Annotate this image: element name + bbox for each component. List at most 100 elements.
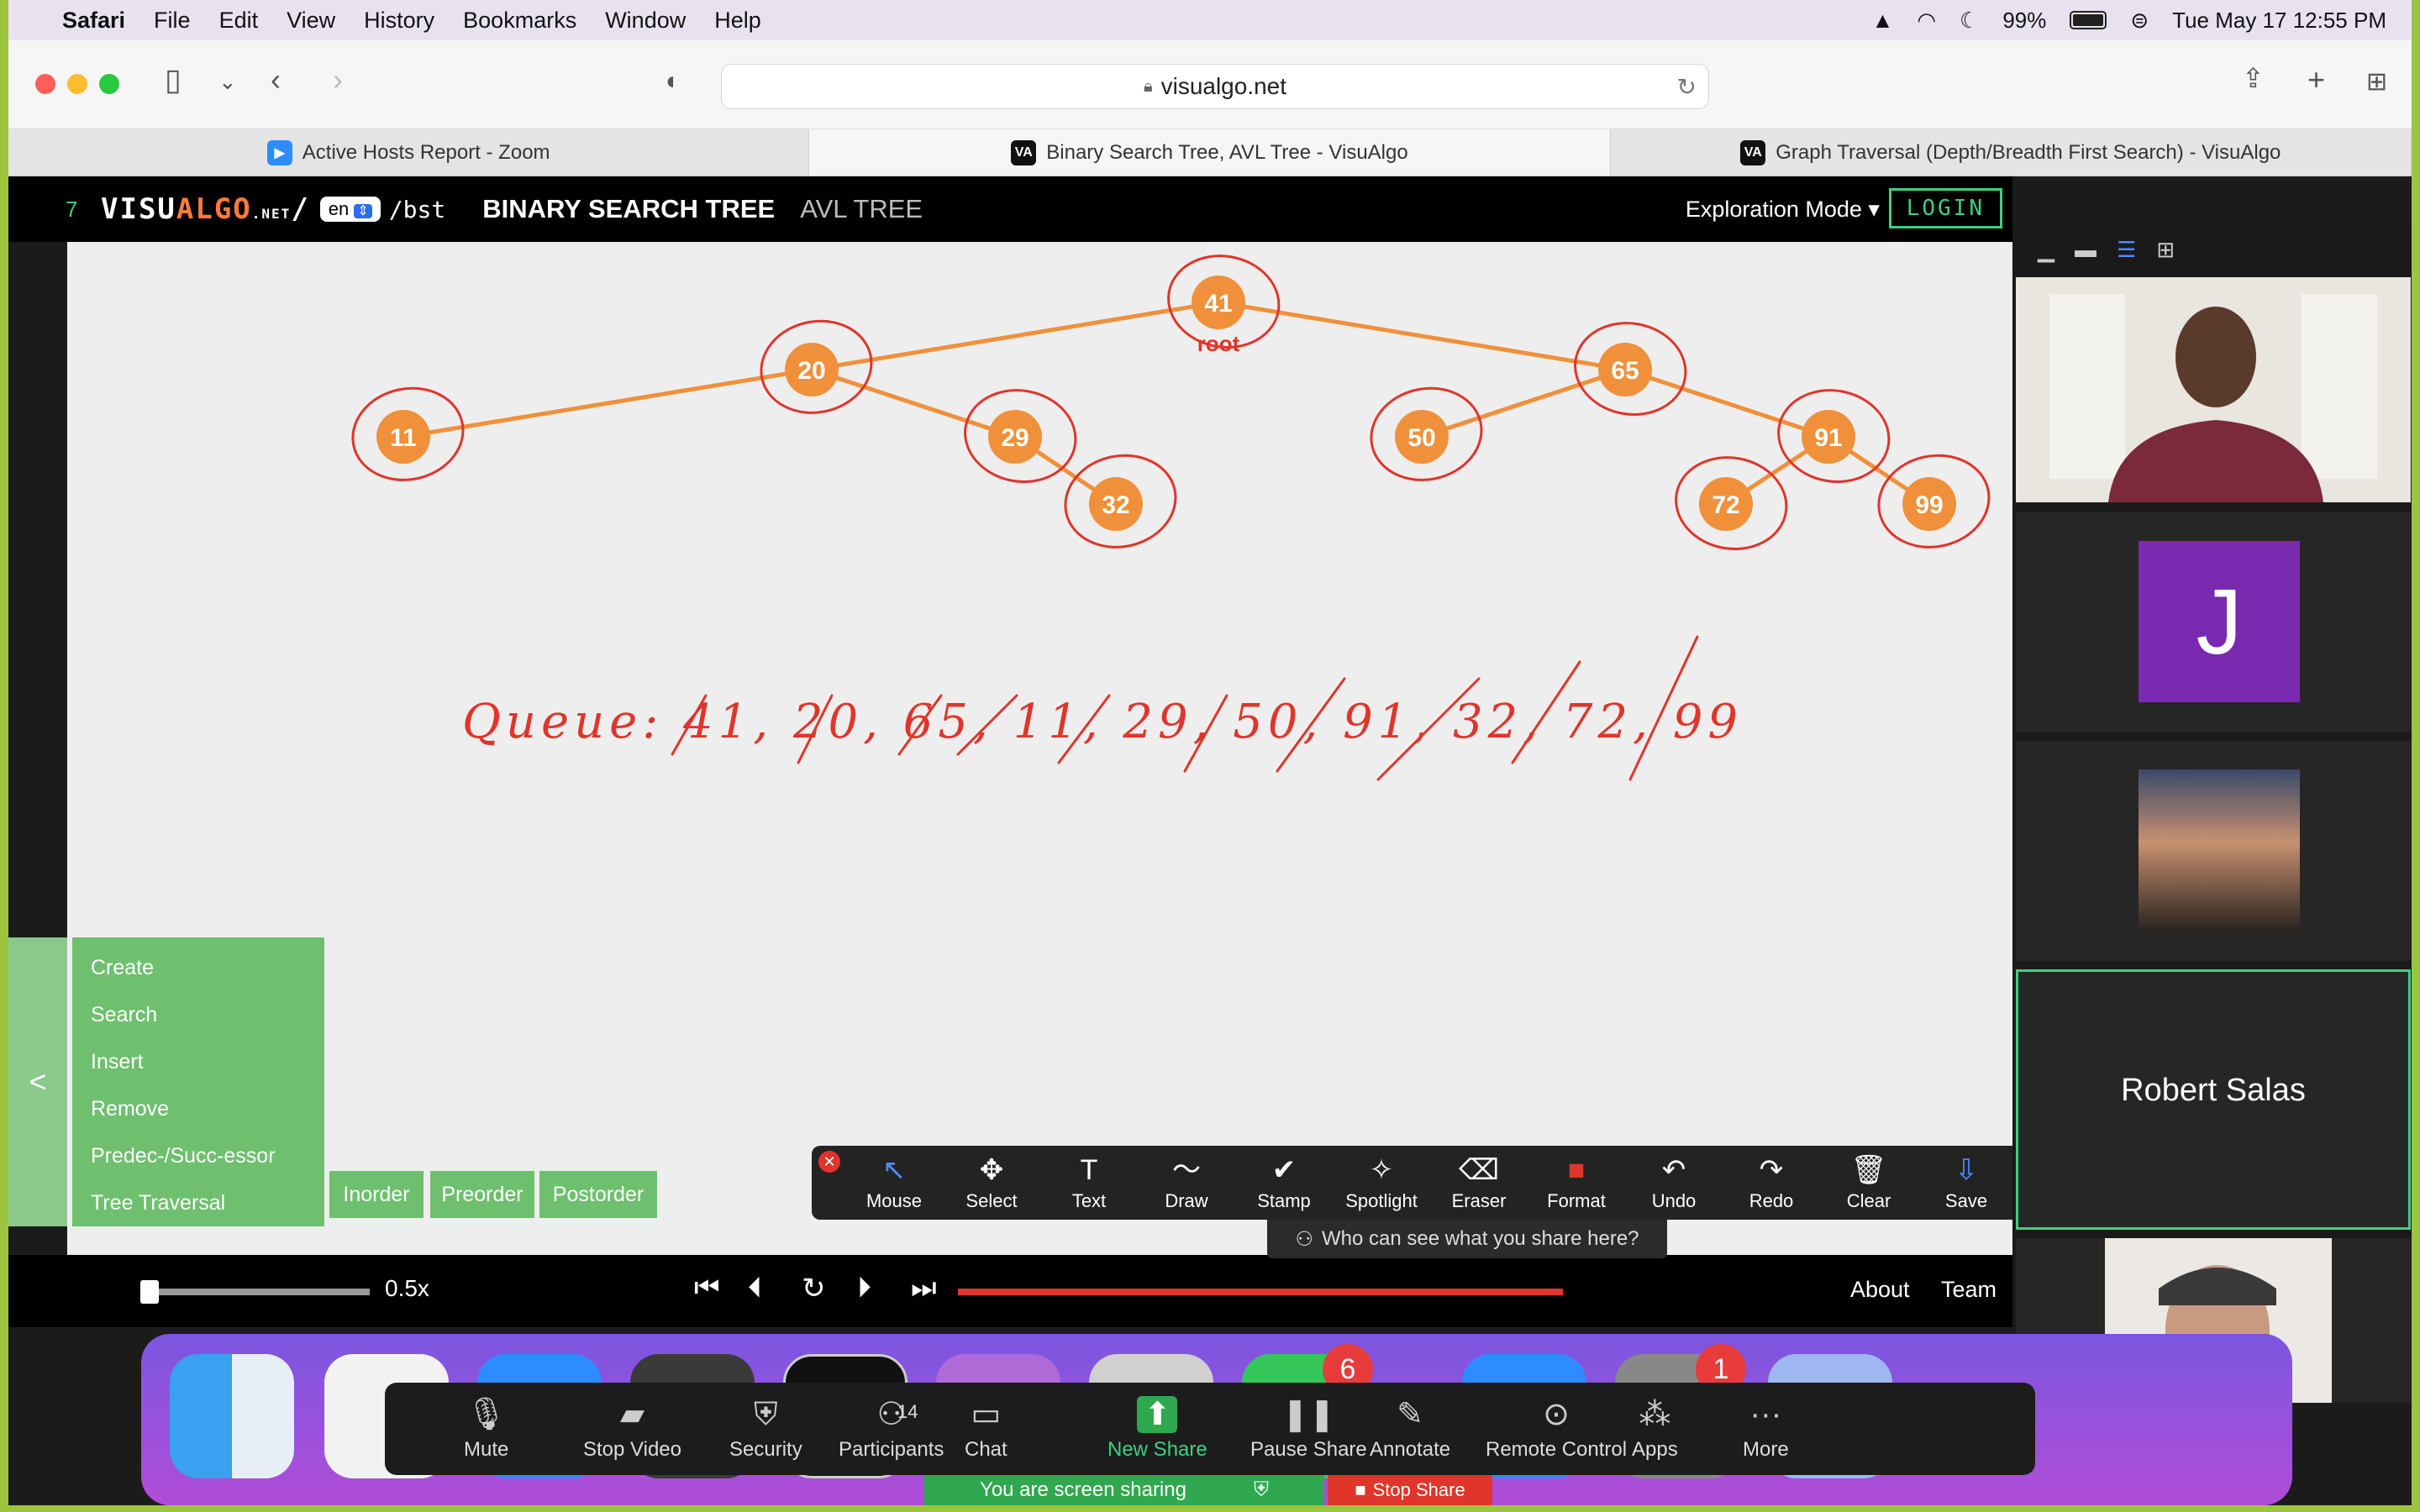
- annotate-stamp-button[interactable]: ✔ Stamp: [1235, 1153, 1333, 1212]
- meeting-security-button[interactable]: ⛨ Security: [729, 1396, 802, 1462]
- shield-icon[interactable]: ◐: [666, 67, 681, 96]
- menu-view[interactable]: View: [287, 8, 335, 34]
- who-can-see-banner[interactable]: ⚇ Who can see what you share here?: [1267, 1220, 1667, 1258]
- tree-node[interactable]: 50: [1395, 410, 1449, 464]
- inorder-button[interactable]: Inorder: [329, 1171, 424, 1218]
- progress-track[interactable]: [958, 1289, 1563, 1295]
- meeting-remote-control-button[interactable]: ⊙ Remote Control: [1486, 1396, 1627, 1462]
- address-bar[interactable]: 🔒︎ visualgo.net ↻: [721, 64, 1709, 109]
- visualization-canvas[interactable]: 41 20 65 11 29 50 91 32 72 99 root Queue: 41, 20,…: [67, 242, 2012, 1255]
- layout-grid-icon[interactable]: ⊞: [2156, 237, 2175, 263]
- moon-icon[interactable]: ☾: [1960, 8, 1979, 34]
- about-link[interactable]: About: [1850, 1277, 1910, 1303]
- layout-minimize-icon[interactable]: ▁: [2038, 237, 2054, 263]
- tree-node[interactable]: 41: [1192, 276, 1245, 329]
- speed-slider-track[interactable]: [141, 1289, 370, 1295]
- menu-search[interactable]: Search: [72, 991, 324, 1038]
- menu-history[interactable]: History: [364, 8, 434, 34]
- tab-bst[interactable]: VA Binary Search Tree, AVL Tree - VisuAl…: [809, 129, 1611, 176]
- tree-node[interactable]: 99: [1902, 477, 1956, 531]
- stop-share-button[interactable]: ■ Stop Share: [1328, 1475, 1492, 1505]
- postorder-button[interactable]: Postorder: [539, 1171, 657, 1218]
- meeting-annotate-button[interactable]: ✎ Annotate: [1370, 1396, 1450, 1462]
- video-tile-j[interactable]: J: [2016, 512, 2411, 732]
- annotate-redo-button[interactable]: ↷ Redo: [1723, 1153, 1820, 1212]
- collapse-menu-button[interactable]: <: [8, 937, 67, 1226]
- exploration-mode-dropdown[interactable]: Exploration Mode ▾: [1686, 197, 1880, 223]
- menu-insert[interactable]: Insert: [72, 1038, 324, 1085]
- tree-node[interactable]: 32: [1089, 477, 1143, 531]
- preorder-button[interactable]: Preorder: [430, 1171, 534, 1218]
- speed-slider-knob[interactable]: [140, 1280, 160, 1304]
- sidebar-icon[interactable]: ▯: [165, 62, 182, 97]
- title-avl[interactable]: AVL TREE: [800, 194, 923, 224]
- clock[interactable]: Tue May 17 12:55 PM: [2172, 8, 2386, 34]
- annotate-text-button[interactable]: T Text: [1040, 1153, 1138, 1212]
- skip-start-icon[interactable]: ⏮: [694, 1272, 720, 1305]
- menu-tree-traversal[interactable]: Tree Traversal: [72, 1179, 324, 1226]
- annotate-select-button[interactable]: ✥ Select: [943, 1153, 1040, 1212]
- menu-file[interactable]: File: [154, 8, 191, 34]
- annotate-clear-button[interactable]: 🗑︎ Clear: [1820, 1153, 1918, 1212]
- reload-icon[interactable]: ↻: [1677, 73, 1697, 101]
- menu-edit[interactable]: Edit: [219, 8, 259, 34]
- meeting-chat-button[interactable]: ▭ Chat: [965, 1396, 1007, 1462]
- meeting-stop-video-button[interactable]: ▰ Stop Video: [583, 1396, 681, 1462]
- annotate-save-button[interactable]: ⇩ Save: [1918, 1153, 2015, 1212]
- tree-node[interactable]: 29: [988, 410, 1042, 464]
- step-back-icon[interactable]: ⏴: [748, 1272, 762, 1305]
- login-button[interactable]: LOGIN: [1888, 188, 2002, 228]
- tab-graph-traversal[interactable]: VA Graph Traversal (Depth/Breadth First …: [1611, 129, 2412, 176]
- team-link[interactable]: Team: [1941, 1277, 1996, 1303]
- annotate-mouse-button[interactable]: ↖ Mouse: [845, 1153, 943, 1212]
- tree-node[interactable]: 72: [1699, 477, 1753, 531]
- menu-help[interactable]: Help: [714, 8, 761, 34]
- meeting-participants-button[interactable]: ⚇ Participants 14: [839, 1396, 944, 1462]
- language-select[interactable]: en ⇕: [319, 197, 381, 222]
- control-center-icon[interactable]: ⊜: [2130, 8, 2149, 34]
- close-annotation-icon[interactable]: ✕: [818, 1151, 840, 1173]
- zoom-window-button[interactable]: [99, 74, 119, 94]
- tree-node[interactable]: 20: [785, 343, 839, 396]
- video-tile-landscape[interactable]: [2016, 741, 2411, 961]
- menu-remove[interactable]: Remove: [72, 1085, 324, 1132]
- visualgo-logo[interactable]: VISUALGO.NET/: [101, 192, 310, 226]
- meeting-new-share-button[interactable]: ⬆ New Share: [1107, 1396, 1207, 1462]
- new-tab-icon[interactable]: +: [2307, 62, 2325, 97]
- meeting-more-button[interactable]: ··· More: [1743, 1396, 1789, 1462]
- replay-icon[interactable]: ↻: [802, 1272, 826, 1305]
- tree-node[interactable]: 91: [1802, 410, 1855, 464]
- skip-end-icon[interactable]: ⏭: [911, 1272, 937, 1305]
- tab-zoom-report[interactable]: ▶ Active Hosts Report - Zoom: [8, 129, 810, 176]
- minimize-window-button[interactable]: [67, 74, 87, 94]
- annotate-format-button[interactable]: ■ Format: [1528, 1153, 1625, 1212]
- close-window-button[interactable]: [35, 74, 55, 94]
- wifi-icon[interactable]: ◠: [1917, 8, 1936, 34]
- title-bst[interactable]: BINARY SEARCH TREE: [482, 194, 775, 224]
- video-tile-self[interactable]: [2016, 277, 2411, 502]
- tab-overview-icon[interactable]: ⊞: [2366, 67, 2387, 97]
- menu-window[interactable]: Window: [605, 8, 686, 34]
- annotate-spotlight-button[interactable]: ✧ Spotlight: [1333, 1153, 1430, 1212]
- chevron-down-icon[interactable]: ⌄: [218, 69, 237, 95]
- menu-create[interactable]: Create: [72, 944, 324, 991]
- back-icon[interactable]: ‹: [271, 62, 281, 97]
- annotate-eraser-button[interactable]: ⌫ Eraser: [1430, 1153, 1528, 1212]
- annotate-draw-button[interactable]: 〜 Draw: [1138, 1153, 1235, 1212]
- drive-icon[interactable]: ▲: [1872, 8, 1894, 34]
- meeting-mute-button[interactable]: 🎙︎ Mute: [464, 1396, 508, 1462]
- menu-app-name[interactable]: Safari: [62, 8, 125, 34]
- meeting-pause-share-button[interactable]: ❚❚ Pause Share: [1250, 1396, 1367, 1462]
- video-tile-robert[interactable]: Robert Salas: [2016, 969, 2411, 1230]
- layout-small-icon[interactable]: ▬: [2075, 237, 2096, 263]
- tree-node[interactable]: 65: [1598, 343, 1652, 396]
- menu-bookmarks[interactable]: Bookmarks: [463, 8, 576, 34]
- share-icon[interactable]: ⇪: [2242, 62, 2265, 94]
- step-forward-icon[interactable]: ⏵: [857, 1272, 871, 1305]
- menu-predecessor-successor[interactable]: Predec-/Succ-essor: [72, 1132, 324, 1179]
- finder-icon[interactable]: [170, 1354, 294, 1478]
- tree-node[interactable]: 11: [376, 410, 430, 464]
- battery-icon[interactable]: [2070, 11, 2107, 29]
- layout-strip-icon[interactable]: ☰: [2117, 237, 2136, 263]
- meeting-apps-button[interactable]: ⁂ Apps: [1632, 1396, 1678, 1462]
